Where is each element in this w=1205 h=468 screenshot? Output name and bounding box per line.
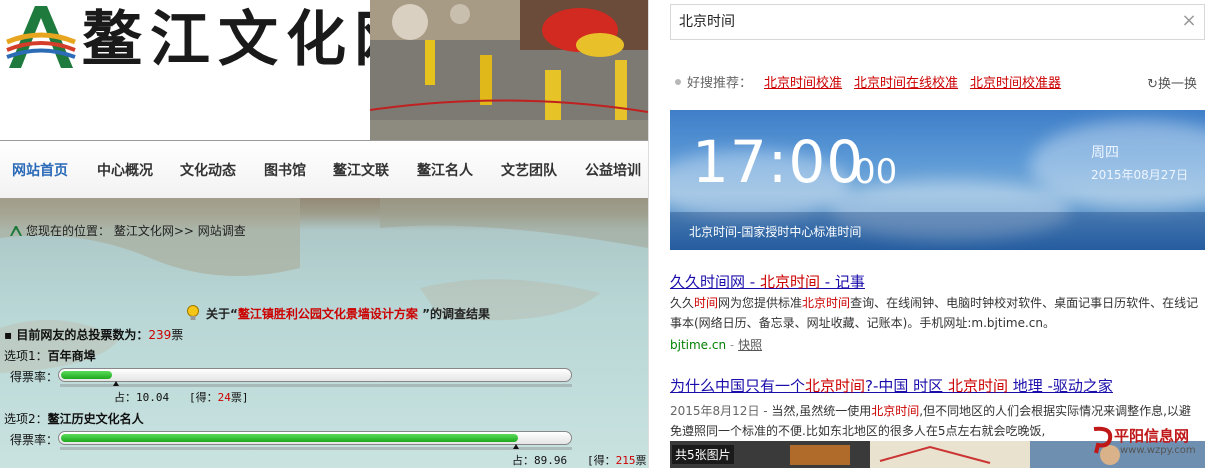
clock-caption: 北京时间-国家授时中心标准时间: [689, 225, 862, 239]
clock-footer: 北京时间-国家授时中心标准时间: [670, 212, 1205, 250]
option-2-label: 选项2：鳌江历史文化名人: [4, 412, 144, 426]
breadcrumb-text[interactable]: 您现在的位置： 鳌江文化网>> 网站调查: [26, 224, 246, 238]
recommend-label: 好搜推荐：: [687, 76, 753, 91]
survey-title: 关于“鳌江镇胜利公园文化景墙设计方案 ”的调查结果: [186, 305, 490, 322]
watermark-url: www.wzpy.com: [1120, 445, 1196, 456]
result-1-snapshot-link[interactable]: 快照: [738, 338, 762, 352]
nav-item-federation[interactable]: 鳌江文联: [333, 160, 389, 180]
option-2-bar-fill: [61, 434, 518, 442]
watermark-name: 平阳信息网: [1114, 427, 1190, 445]
clock-weekday: 周四: [1091, 145, 1119, 161]
recommend-link-3[interactable]: 北京时间校准器: [970, 76, 1061, 91]
dot-icon: [675, 79, 681, 85]
nav-item-celebrities[interactable]: 鳌江名人: [417, 160, 473, 180]
search-box: ×: [670, 4, 1205, 40]
option-1-marker: [113, 381, 119, 386]
lightbulb-icon: [187, 305, 199, 320]
result-1-snippet: 久久时间网为您提供标准北京时间查询、在线闹钟、电脑时钟校对软件、桌面记事日历软件…: [670, 296, 1199, 330]
option-1-bar-track: [58, 368, 572, 382]
total-votes-label: 目前网友的总投票数为：: [16, 328, 149, 342]
option-2-marker: [513, 444, 519, 449]
option-2-bar-shadow: [60, 447, 572, 450]
nav-item-home[interactable]: 网站首页: [12, 160, 68, 180]
breadcrumb: 您现在的位置： 鳌江文化网>> 网站调查: [10, 222, 246, 239]
total-votes-unit: 票: [171, 328, 184, 342]
nav-item-training[interactable]: 公益培训: [585, 160, 641, 180]
total-votes-value: 239: [148, 328, 172, 342]
nav-item-culture-news[interactable]: 文化动态: [180, 160, 236, 180]
clock-time: 17:00: [692, 128, 865, 196]
site-logo-icon[interactable]: [5, 2, 77, 70]
main-nav: 网站首页 中心概况 文化动态 图书馆 鳌江文联 鳌江名人 文艺团队 公益培训: [0, 140, 648, 198]
logo-small-icon: [10, 226, 22, 236]
result-1-url: bjtime.cn - 快照: [670, 338, 763, 352]
option-1-bar-shadow: [60, 384, 572, 387]
dragon-dance-photo: [370, 0, 648, 140]
option-1-label: 选项1：百年商埠: [4, 349, 96, 363]
thumbnail-2[interactable]: [870, 441, 1030, 468]
survey-name: 鳌江镇胜利公园文化景墙设计方案: [237, 307, 418, 321]
recommend-link-1[interactable]: 北京时间校准: [764, 76, 842, 91]
image-count: 共5张图片: [672, 445, 734, 464]
recommend-link-2[interactable]: 北京时间在线校准: [854, 76, 958, 91]
clock-card: 17:00 00 周四 2015年08月27日 北京时间-国家授时中心标准时间: [670, 110, 1205, 250]
total-votes-line: ▪ 目前网友的总投票数为：239票: [4, 326, 183, 343]
refresh-icon: ↻: [1147, 77, 1158, 92]
refresh-button[interactable]: ↻换一换: [1147, 73, 1197, 92]
bullet-icon: ▪: [4, 328, 17, 342]
option-2-bar-track: [58, 431, 572, 445]
clock-date: 2015年08月27日: [1091, 168, 1189, 182]
search-results-panel: × 好搜推荐： 北京时间校准北京时间在线校准北京时间校准器 ↻换一换 17:00 …: [648, 0, 1205, 468]
watermark-logo-icon: [1093, 426, 1113, 454]
option-1-rate-label: 得票率：: [10, 370, 59, 384]
refresh-label: 换一换: [1157, 77, 1197, 92]
recommend-row: 好搜推荐： 北京时间校准 北京时间在线校准 北京时间校准器: [675, 72, 1061, 91]
option-2-rate-label: 得票率：: [10, 433, 59, 447]
result-1-title[interactable]: 久久时间网 - 北京时间 - 记事: [670, 271, 865, 292]
site-banner: 鳌江文化网: [0, 0, 648, 140]
left-webpage: 鳌江文化网 网站首页 中心概况 文化动态 图书馆 鳌江文联 鳌江名人 文艺团队 …: [0, 0, 648, 468]
survey-title-suffix: ”的调查结果: [417, 307, 490, 321]
option-1-bar-fill: [61, 371, 112, 379]
watermark: 平阳信息网 www.wzpy.com: [1090, 423, 1202, 465]
survey-title-prefix: 关于“: [206, 307, 238, 321]
search-input[interactable]: [679, 13, 1169, 29]
clock-seconds: 00: [854, 152, 898, 192]
nav-item-overview[interactable]: 中心概况: [97, 160, 153, 180]
option-2-stat: 占：89.96 [得：215票]: [512, 454, 648, 467]
option-1-stat: 占：10.04 [得：24票]: [114, 391, 249, 404]
nav-item-art-groups[interactable]: 文艺团队: [501, 160, 557, 180]
nav-item-library[interactable]: 图书馆: [264, 160, 306, 180]
result-2-title[interactable]: 为什么中国只有一个北京时间?-中国 时区 北京时间 地理 -驱动之家: [670, 375, 1113, 396]
clear-search-icon[interactable]: ×: [1180, 11, 1198, 31]
